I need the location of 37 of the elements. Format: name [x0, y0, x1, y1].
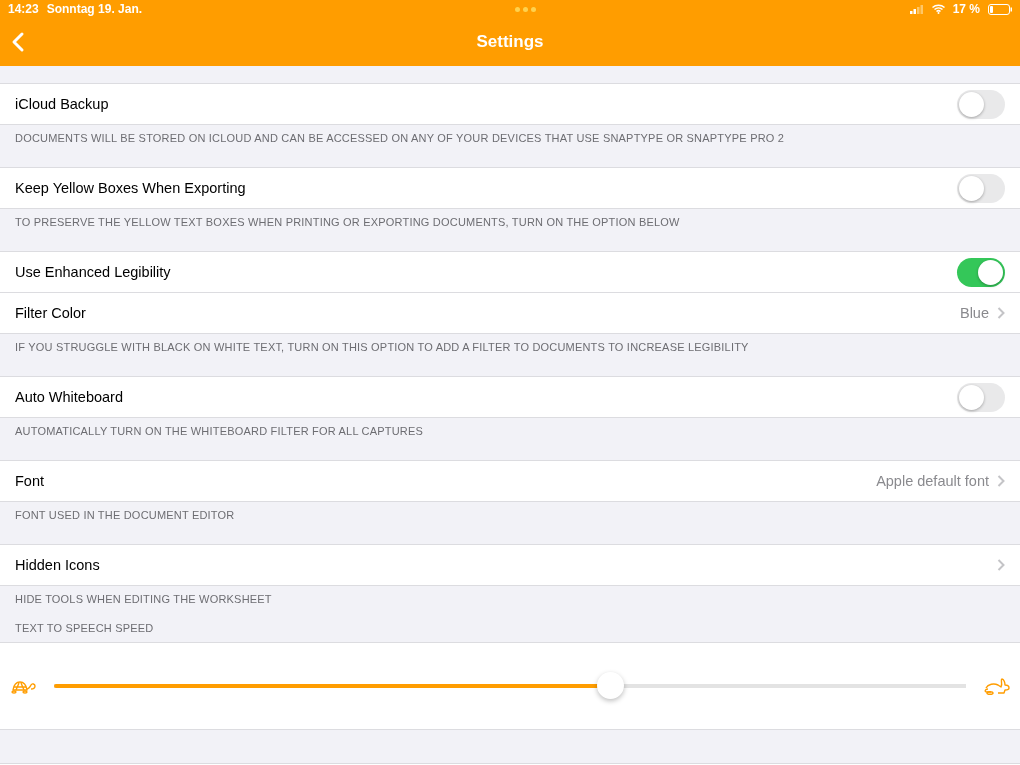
section-footer: DOCUMENTS WILL BE STORED ON ICLOUD AND CAN BE ACCESSED ON ANY OF YOUR DEVICES THAT USE SNAPTYPE OR SNAPTYPE PRO 2 — [15, 132, 785, 144]
nav-title: Settings — [476, 32, 544, 52]
setting-label: Filter Color — [15, 305, 87, 321]
setting-label: Use Enhanced Legibility — [15, 264, 172, 280]
multitasking-dots-icon[interactable] — [515, 6, 537, 12]
setting-label: Hidden Icons — [15, 557, 101, 573]
toggle-switch[interactable] — [957, 89, 1005, 119]
status-time: 14:23 — [8, 2, 39, 16]
setting-value: Apple default font — [876, 473, 989, 489]
battery-icon — [988, 3, 1012, 15]
setting-label: iCloud Backup — [15, 96, 110, 112]
setting-label: Font — [15, 473, 45, 489]
settings-row[interactable]: Filter Color Blue — [0, 292, 1020, 333]
setting-value: Blue — [959, 305, 989, 321]
back-icon[interactable] — [10, 31, 26, 53]
toggle-switch[interactable] — [957, 257, 1005, 287]
setting-label: Keep Yellow Boxes When Exporting — [15, 180, 247, 196]
slider-thumb[interactable] — [597, 672, 625, 699]
signal-icon — [909, 4, 924, 14]
rabbit-icon — [982, 676, 1010, 696]
section-header: TEXT TO SPEECH SPEED — [15, 622, 154, 634]
settings-row[interactable]: Font Apple default font — [0, 461, 1020, 501]
setting-label: Auto Whiteboard — [15, 389, 124, 405]
toggle-switch[interactable] — [957, 173, 1005, 203]
section-footer: IF YOU STRUGGLE WITH BLACK ON WHITE TEXT, TURN ON THIS OPTION TO ADD A FILTER TO DOCUMENTS TO INCREASE LEGIBILITY — [15, 341, 749, 353]
battery-percent: 17 % — [952, 2, 980, 16]
section-footer: HIDE TOOLS WHEN EDITING THE WORKSHEET — [15, 593, 272, 605]
chevron-icon — [997, 475, 1005, 487]
toggle-switch[interactable] — [957, 382, 1005, 412]
chevron-icon — [997, 307, 1005, 319]
settings-row[interactable]: Hidden Icons — [0, 545, 1020, 585]
section-footer: TO PRESERVE THE YELLOW TEXT BOXES WHEN PRINTING OR EXPORTING DOCUMENTS, TURN ON THE OPTION BELOW — [15, 216, 680, 228]
section-footer: AUTOMATICALLY TURN ON THE WHITEBOARD FILTER FOR ALL CAPTURES — [15, 425, 424, 437]
section-footer: FONT USED IN THE DOCUMENT EDITOR — [15, 509, 235, 521]
status-date: Sonntag 19. Jan. — [46, 2, 143, 16]
wifi-icon — [931, 4, 945, 14]
chevron-icon — [997, 559, 1005, 571]
